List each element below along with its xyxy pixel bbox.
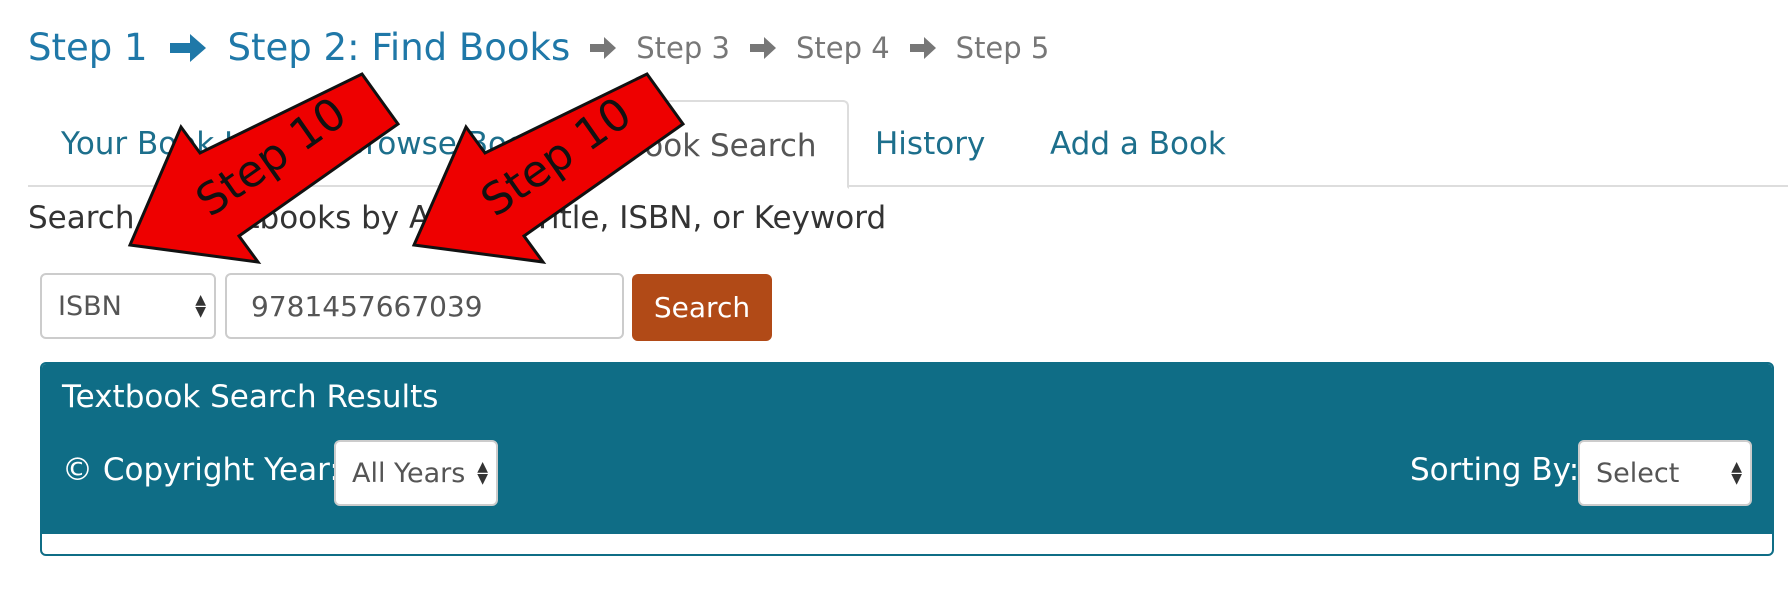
- step-4-label: Step 4: [795, 30, 890, 65]
- select-updown-icon: ▲ ▼: [1731, 459, 1742, 487]
- search-instructions: Search for Textbooks by Author, Title, I…: [28, 200, 887, 236]
- arrow-right-icon: [908, 35, 938, 61]
- arrow-right-icon: [168, 32, 208, 64]
- sorting-by-label: Sorting By:: [1410, 452, 1580, 488]
- tab-add-a-book[interactable]: Add a Book: [1050, 100, 1226, 187]
- search-input-value: 9781457667039: [251, 289, 483, 323]
- search-field-select[interactable]: ISBN ▲ ▼: [40, 273, 216, 339]
- select-updown-icon: ▲ ▼: [477, 459, 488, 487]
- results-panel-header: Textbook Search Results © Copyright Year…: [42, 364, 1772, 534]
- tab-book-search[interactable]: Book Search: [591, 100, 849, 189]
- step-2-current: Step 2: Find Books: [227, 26, 571, 69]
- tab-browse-books[interactable]: Browse Books: [344, 100, 560, 187]
- step-5-label: Step 5: [955, 30, 1050, 65]
- tab-history[interactable]: History: [875, 100, 985, 187]
- search-button[interactable]: Search: [632, 274, 772, 341]
- search-field-value: ISBN: [58, 290, 122, 322]
- book-tabs: Your Book List Browse Books Book Search …: [28, 100, 1788, 189]
- search-input[interactable]: 9781457667039: [225, 273, 624, 339]
- copyright-year-label: © Copyright Year:: [62, 452, 340, 488]
- select-updown-icon: ▲ ▼: [195, 292, 206, 320]
- results-title: Textbook Search Results: [62, 379, 439, 415]
- copyright-year-select[interactable]: All Years ▲ ▼: [334, 440, 498, 506]
- copyright-year-value: All Years: [352, 457, 466, 489]
- step-3-label: Step 3: [636, 30, 730, 65]
- sorting-select[interactable]: Select ▲ ▼: [1578, 440, 1752, 506]
- results-panel: Textbook Search Results © Copyright Year…: [40, 362, 1774, 556]
- step-breadcrumb: Step 1 Step 2: Find Books Step 3 Step 4 …: [28, 26, 1049, 69]
- tab-your-book-list[interactable]: Your Book List: [61, 100, 278, 187]
- sorting-value: Select: [1596, 457, 1680, 489]
- arrow-right-icon: [748, 35, 778, 61]
- step-1-link[interactable]: Step 1: [28, 26, 148, 69]
- arrow-right-icon: [588, 35, 618, 61]
